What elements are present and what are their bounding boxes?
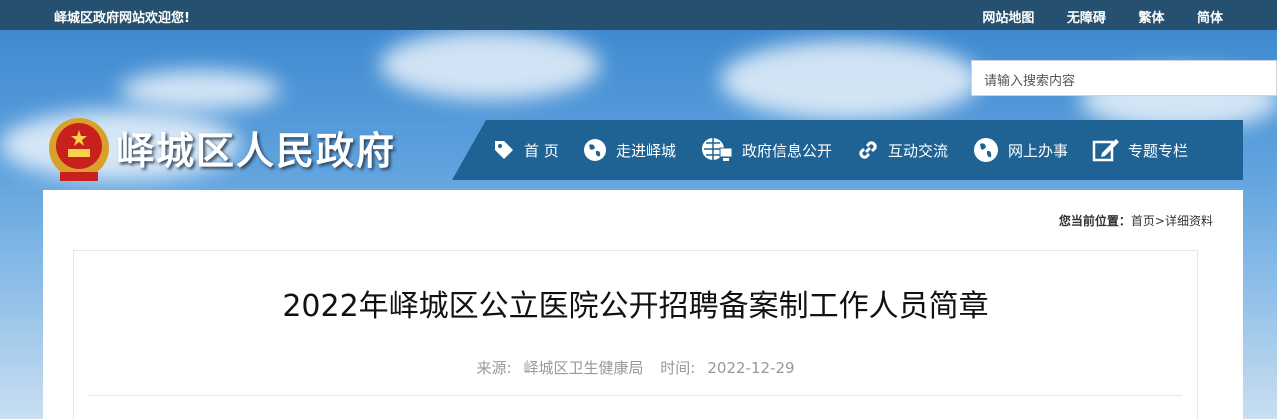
- article-panel: 2022年峄城区公立医院公开招聘备案制工作人员简章 来源: 峄城区卫生健康局 时间…: [73, 250, 1198, 419]
- nav-special[interactable]: 专题专栏: [1092, 120, 1188, 180]
- tag-icon: [495, 141, 513, 159]
- simplified-chinese-link[interactable]: 简体: [1197, 11, 1223, 26]
- traditional-chinese-link[interactable]: 繁体: [1138, 11, 1164, 26]
- time-label: 时间:: [660, 359, 696, 377]
- nav-gov-info-label: 政府信息公开: [742, 141, 833, 160]
- globe-icon: [974, 138, 998, 162]
- divider: [89, 395, 1182, 396]
- accessibility-link[interactable]: 无障碍: [1067, 11, 1106, 26]
- top-links: 网站地图 无障碍 繁体 简体: [954, 7, 1223, 26]
- nav-interaction[interactable]: 互动交流: [856, 120, 948, 180]
- article-meta: 来源: 峄城区卫生健康局 时间: 2022-12-29: [74, 357, 1197, 378]
- time-value: 2022-12-29: [707, 359, 795, 377]
- source-value: 峄城区卫生健康局: [523, 359, 644, 377]
- content-area: 您当前位置：首页>详细资料 2022年峄城区公立医院公开招聘备案制工作人员简章 …: [43, 190, 1243, 419]
- breadcrumb: 您当前位置：首页>详细资料: [1059, 212, 1213, 229]
- welcome-text: 峄城区政府网站欢迎您!: [54, 11, 190, 26]
- top-bar: 峄城区政府网站欢迎您! 网站地图 无障碍 繁体 简体: [0, 0, 1277, 30]
- search-input[interactable]: 请输入搜索内容: [971, 60, 1277, 96]
- globe-icon: [584, 139, 606, 161]
- nav-special-label: 专题专栏: [1128, 141, 1189, 160]
- edit-icon: [1092, 139, 1119, 162]
- nav-gov-info[interactable]: 政府信息公开: [700, 120, 832, 180]
- nav-about[interactable]: 走进峄城: [582, 120, 676, 180]
- nav-home[interactable]: 首 页: [492, 120, 559, 180]
- site-title[interactable]: 峄城区人民政府: [116, 120, 396, 175]
- national-emblem-icon: [49, 118, 109, 181]
- breadcrumb-current: 详细资料: [1164, 214, 1213, 228]
- nav-about-label: 走进峄城: [616, 141, 677, 160]
- sitemap-link[interactable]: 网站地图: [982, 11, 1034, 26]
- breadcrumb-prefix: 您当前位置：: [1058, 214, 1131, 228]
- article-title: 2022年峄城区公立医院公开招聘备案制工作人员简章: [282, 289, 989, 324]
- breadcrumb-home-link[interactable]: 首页: [1131, 214, 1155, 228]
- link-icon: [859, 141, 877, 159]
- nav-online-service-label: 网上办事: [1008, 141, 1069, 160]
- nav-home-label: 首 页: [524, 141, 559, 160]
- source-label: 来源:: [476, 359, 512, 377]
- nav-interaction-label: 互动交流: [888, 141, 949, 160]
- nav-online-service[interactable]: 网上办事: [972, 120, 1068, 180]
- computer-globe-icon: [702, 138, 733, 161]
- breadcrumb-separator: >: [1154, 214, 1165, 228]
- main-nav: 首 页 走进峄城 政府信息公开 互动交流 网上办事 专题专栏: [452, 120, 1243, 180]
